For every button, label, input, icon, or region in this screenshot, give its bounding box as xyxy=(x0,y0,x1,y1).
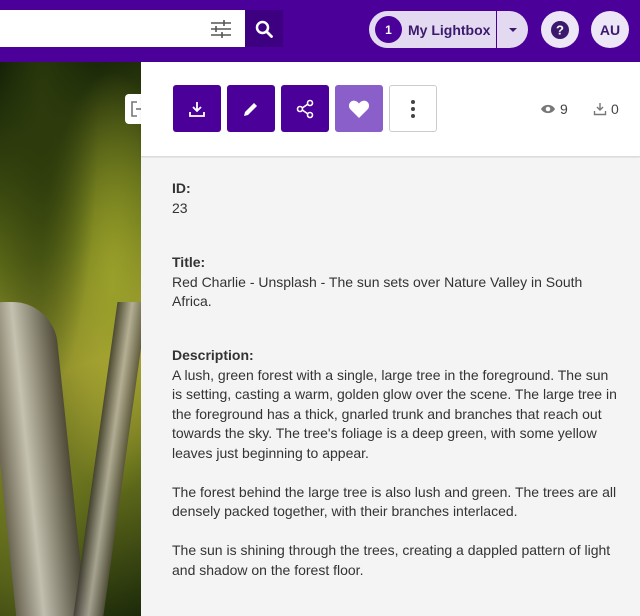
search-input[interactable] xyxy=(0,10,245,47)
user-avatar[interactable]: AU xyxy=(591,11,629,48)
download-button[interactable] xyxy=(173,85,221,132)
more-options-button[interactable] xyxy=(389,85,437,132)
my-lightbox-button[interactable]: 1 My Lightbox xyxy=(369,11,496,48)
question-circle-icon: ? xyxy=(551,20,569,39)
top-navigation-bar: 1 My Lightbox ? AU xyxy=(0,0,640,62)
views-count: 9 xyxy=(560,101,568,117)
pencil-icon xyxy=(244,102,257,116)
edit-button[interactable] xyxy=(227,85,275,132)
lightbox-dropdown-button[interactable] xyxy=(497,11,528,48)
asset-toolbar: 9 0 xyxy=(141,62,640,157)
tree-trunk-shape xyxy=(0,302,87,616)
title-label: Title: xyxy=(172,253,206,270)
id-value: 23 xyxy=(172,200,188,216)
description-field: Description: A lush, green forest with a… xyxy=(172,347,620,581)
asset-details-panel: ID: 23 Title: Red Charlie - Unsplash - T… xyxy=(141,158,640,616)
tree-branch-shape xyxy=(72,302,141,616)
caret-down-icon xyxy=(508,27,517,32)
download-small-icon xyxy=(593,103,607,116)
favorite-button[interactable] xyxy=(335,85,383,132)
description-label: Description: xyxy=(172,346,254,363)
id-field: ID: 23 xyxy=(172,180,620,219)
lightbox-count-badge: 1 xyxy=(375,16,402,43)
svg-text:?: ? xyxy=(556,22,564,37)
share-button[interactable] xyxy=(281,85,329,132)
vertical-ellipsis-icon xyxy=(411,99,415,118)
search-button[interactable] xyxy=(245,10,283,47)
magnifier-icon xyxy=(255,20,273,38)
heart-icon xyxy=(348,100,370,118)
share-icon xyxy=(296,99,314,118)
downloads-count: 0 xyxy=(611,101,619,117)
eye-icon xyxy=(541,104,555,114)
description-value: A lush, green forest with a single, larg… xyxy=(172,366,617,578)
id-label: ID: xyxy=(172,180,191,196)
filter-sliders-icon[interactable] xyxy=(210,19,232,39)
image-preview xyxy=(0,62,141,616)
lightbox-label: My Lightbox xyxy=(408,21,491,38)
downloads-stat: 0 xyxy=(593,101,619,117)
download-icon xyxy=(189,101,205,117)
help-button[interactable]: ? xyxy=(541,11,579,48)
title-field: Title: Red Charlie - Unsplash - The sun … xyxy=(172,254,620,312)
views-stat: 9 xyxy=(540,101,568,117)
title-value: Red Charlie - Unsplash - The sun sets ov… xyxy=(172,273,583,310)
